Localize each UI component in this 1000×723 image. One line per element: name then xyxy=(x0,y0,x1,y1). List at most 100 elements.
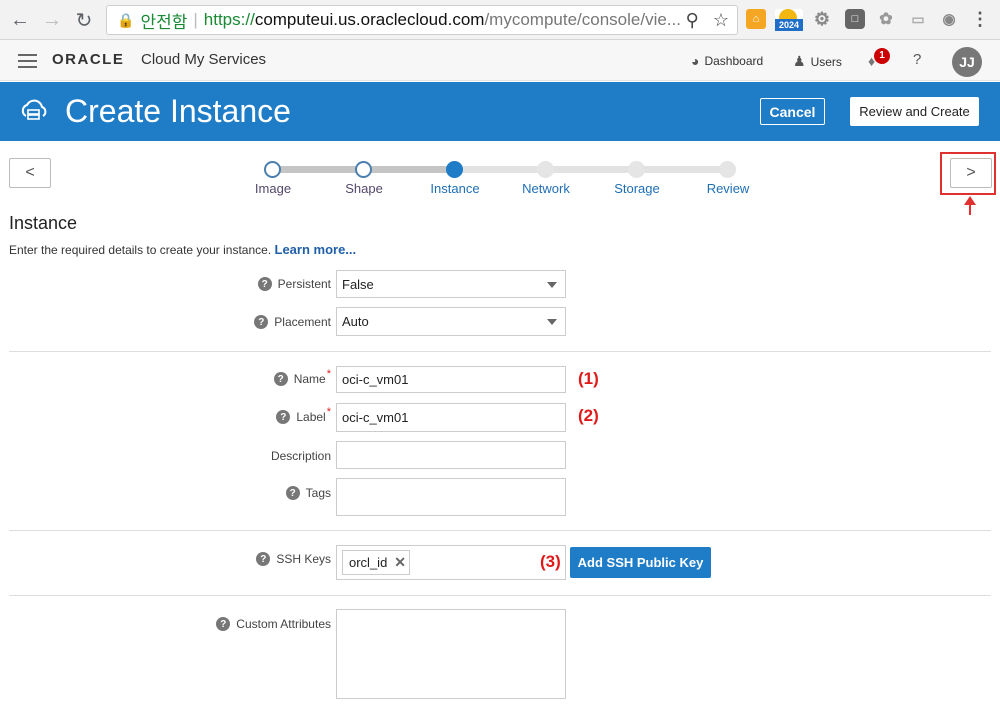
url-scheme: https:// xyxy=(203,10,255,29)
placement-dropdown-icon xyxy=(547,319,557,325)
form-divider xyxy=(9,530,991,531)
rss-extension-icon[interactable]: ⌂ xyxy=(746,9,766,29)
train-label-instance[interactable]: Instance xyxy=(415,181,495,196)
train-stop-network[interactable] xyxy=(537,161,554,178)
remove-ssh-key-icon[interactable]: ✕ xyxy=(394,554,406,571)
calendar-year: 2024 xyxy=(775,19,803,31)
annotation-arrow-line xyxy=(969,205,971,215)
annotation-2: (2) xyxy=(578,406,599,425)
name-value: oci-c_vm01 xyxy=(342,372,409,387)
section-title: Instance xyxy=(9,213,78,233)
page-title: Create Instance xyxy=(65,93,291,129)
screen-extension-icon[interactable]: ▭ xyxy=(908,9,928,29)
form-divider xyxy=(9,351,991,352)
intro-text: Enter the required details to create you… xyxy=(9,242,356,257)
label-label-row: ? Label * xyxy=(140,406,331,425)
tags-input[interactable] xyxy=(336,478,566,516)
previous-step-button[interactable]: < xyxy=(9,158,51,188)
camera-extension-icon[interactable]: ◉ xyxy=(939,9,959,29)
custom-attributes-textarea[interactable] xyxy=(336,609,566,699)
dashboard-link[interactable]: ◕ Dashboard xyxy=(691,53,763,69)
paw-extension-icon[interactable]: ✿ xyxy=(876,9,896,29)
description-label: Description xyxy=(270,449,331,463)
cloud-server-icon xyxy=(21,99,47,120)
users-icon: ♟ xyxy=(793,53,806,69)
hamburger-menu-icon[interactable] xyxy=(18,54,37,68)
name-label: Name xyxy=(293,372,326,386)
tags-label: Tags xyxy=(305,486,331,500)
url-path: /mycompute/console/vie... xyxy=(484,10,681,29)
back-icon[interactable]: ← xyxy=(8,8,32,32)
notification-badge: 1 xyxy=(874,48,890,64)
custom-attributes-label: Custom Attributes xyxy=(236,617,331,631)
help-icon[interactable]: ? xyxy=(913,51,921,68)
ssh-key-chip-label: orcl_id xyxy=(349,555,388,570)
bookmark-star-icon[interactable]: ☆ xyxy=(713,10,729,31)
annotation-3: (3) xyxy=(540,552,561,571)
secure-label: 안전함 xyxy=(140,12,188,32)
lock-icon: 🔒 xyxy=(117,11,135,28)
reload-icon[interactable]: ↻ xyxy=(72,8,96,32)
train-stop-review[interactable] xyxy=(719,161,736,178)
label-label: Label xyxy=(296,410,326,424)
form-divider xyxy=(9,595,991,596)
address-separator: | xyxy=(193,10,198,29)
name-required-mark: * xyxy=(326,368,331,380)
users-link[interactable]: ♟ Users xyxy=(793,53,842,70)
intro-description: Enter the required details to create you… xyxy=(9,243,272,257)
page-title-bar: Create Instance Cancel Review and Create xyxy=(0,82,1000,141)
browser-menu-icon[interactable]: ⋮ xyxy=(970,9,990,29)
train-stop-instance[interactable] xyxy=(446,161,463,178)
label-help-icon[interactable]: ? xyxy=(276,410,291,424)
train-label-shape[interactable]: Shape xyxy=(324,181,404,196)
train-stop-shape[interactable] xyxy=(355,161,372,178)
ssh-keys-label-row: ? SSH Keys xyxy=(140,551,331,567)
annotation-arrow-head xyxy=(964,196,976,205)
learn-more-link[interactable]: Learn more... xyxy=(275,242,357,257)
name-input[interactable]: oci-c_vm01 xyxy=(336,366,566,393)
placement-value: Auto xyxy=(342,314,369,329)
train-stop-image[interactable] xyxy=(264,161,281,178)
train-stop-storage[interactable] xyxy=(628,161,645,178)
placement-label-row: ? Placement xyxy=(140,314,331,330)
add-ssh-public-key-button[interactable]: Add SSH Public Key xyxy=(570,547,711,578)
description-label-row: Description xyxy=(140,448,331,464)
train-label-storage[interactable]: Storage xyxy=(597,181,677,196)
tags-help-icon[interactable]: ? xyxy=(285,486,300,500)
placement-help-icon[interactable]: ? xyxy=(254,315,269,329)
url-host: computeui.us.oraclecloud.com xyxy=(254,10,485,29)
address-bar[interactable]: 🔒 안전함 | https:// computeui.us.oracleclou… xyxy=(106,5,738,35)
persistent-dropdown-icon xyxy=(547,282,557,288)
gear-extension-icon[interactable]: ⚙ xyxy=(812,9,832,29)
custom-attributes-help-icon[interactable]: ? xyxy=(216,617,231,631)
dashboard-label: Dashboard xyxy=(704,54,764,68)
dashboard-icon: ◕ xyxy=(691,53,700,69)
users-label: Users xyxy=(810,54,842,69)
label-required-mark: * xyxy=(326,406,331,418)
forward-icon[interactable]: → xyxy=(40,8,64,32)
next-step-highlight xyxy=(940,152,996,195)
review-and-create-button[interactable]: Review and Create xyxy=(850,97,979,126)
placement-label: Placement xyxy=(274,315,331,329)
train-label-review[interactable]: Review xyxy=(688,181,768,196)
label-input[interactable]: oci-c_vm01 xyxy=(336,403,566,432)
app-header: ORACLE Cloud My Services ◕ Dashboard ♟ U… xyxy=(0,40,1000,81)
persistent-select[interactable]: False xyxy=(336,270,566,298)
tags-label-row: ? Tags xyxy=(140,485,331,501)
placement-select[interactable]: Auto xyxy=(336,307,566,336)
train-label-image[interactable]: Image xyxy=(233,181,313,196)
user-avatar[interactable]: JJ xyxy=(952,47,982,77)
label-value: oci-c_vm01 xyxy=(342,410,409,425)
name-help-icon[interactable]: ? xyxy=(273,372,288,386)
description-input[interactable] xyxy=(336,441,566,469)
notes-extension-icon[interactable]: □ xyxy=(845,9,865,29)
oracle-logo[interactable]: ORACLE xyxy=(52,51,124,68)
ssh-keys-label: SSH Keys xyxy=(276,552,331,566)
train-label-network[interactable]: Network xyxy=(506,181,586,196)
name-label-row: ? Name * xyxy=(140,368,331,387)
search-icon[interactable]: ⚲ xyxy=(686,10,699,31)
cancel-button[interactable]: Cancel xyxy=(760,98,825,125)
calendar-extension-icon[interactable]: 2024 xyxy=(775,9,803,31)
ssh-keys-help-icon[interactable]: ? xyxy=(256,552,271,566)
persistent-help-icon[interactable]: ? xyxy=(257,277,272,291)
